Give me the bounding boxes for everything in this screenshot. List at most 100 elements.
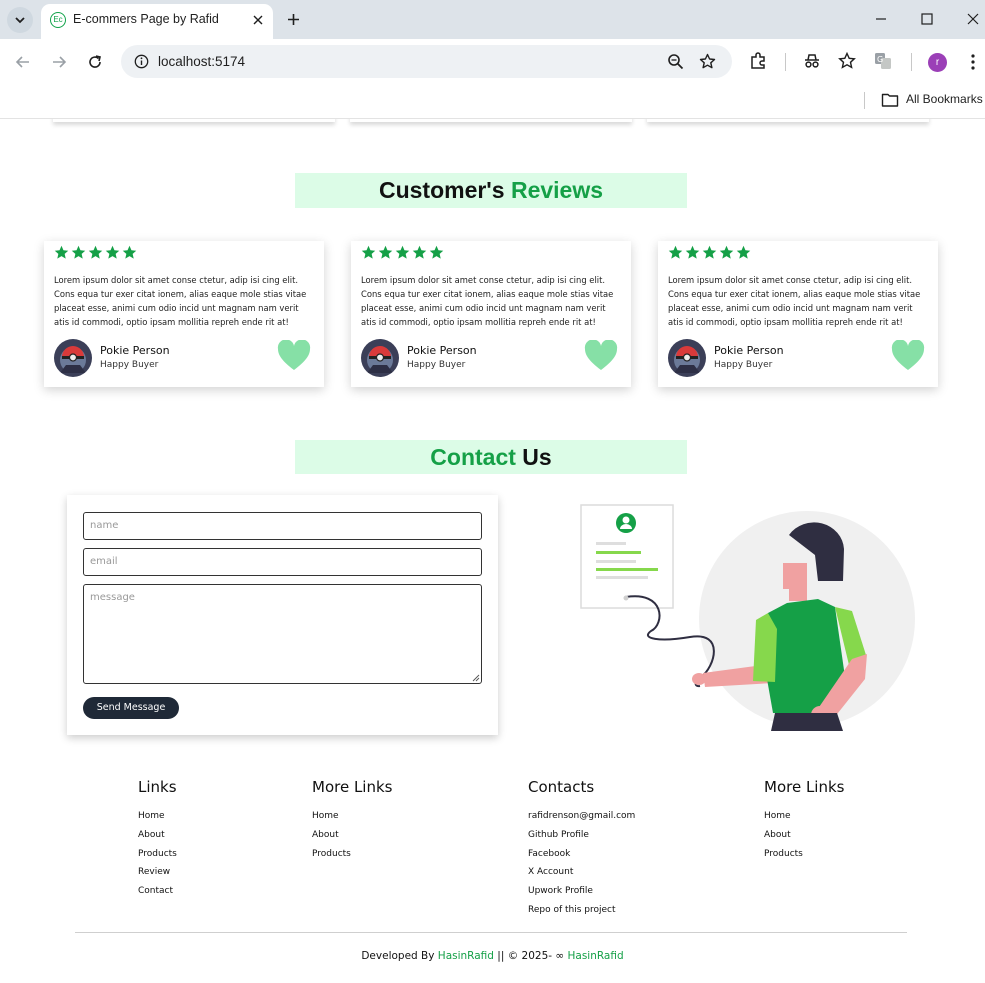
folder-icon[interactable] (881, 92, 899, 108)
minimize-button[interactable] (871, 9, 891, 29)
zoom-icon[interactable] (667, 53, 684, 70)
review-card: Lorem ipsum dolor sit amet conse ctetur,… (351, 241, 631, 387)
name-input[interactable]: name (83, 512, 482, 540)
favorites-icon[interactable] (838, 52, 856, 70)
product-card-edge (350, 119, 632, 122)
tab-title: E-commers Page by Rafid (73, 12, 219, 26)
footer-heading: Links (138, 778, 177, 796)
avatar-image (361, 339, 399, 377)
forward-button[interactable] (48, 51, 70, 73)
info-icon[interactable] (134, 54, 149, 69)
avatar-image (668, 339, 706, 377)
star-icon (685, 245, 700, 259)
maximize-icon (921, 13, 933, 25)
product-card-edge (647, 119, 929, 122)
browser-tabstrip: Ec E-commers Page by Rafid (0, 0, 985, 39)
footer-link[interactable]: Home (138, 807, 177, 826)
reload-button[interactable] (84, 51, 106, 73)
footer-link[interactable]: Home (312, 807, 393, 826)
footer-link[interactable]: Products (138, 845, 177, 864)
footer-link[interactable]: About (312, 826, 393, 845)
minimize-icon (876, 18, 886, 20)
reviewer-avatar (54, 339, 92, 377)
email-placeholder: email (90, 556, 118, 567)
more-menu-icon[interactable] (966, 53, 980, 71)
reviewer-role: Happy Buyer (100, 360, 159, 370)
name-placeholder: name (90, 520, 119, 531)
back-button[interactable] (12, 51, 34, 73)
translate-icon[interactable]: G (874, 52, 892, 70)
footer-links-column: Links Home About Products Review Contact (138, 778, 177, 901)
review-text: Lorem ipsum dolor sit amet conse ctetur,… (54, 275, 307, 327)
footer-link[interactable]: Contact (138, 882, 177, 901)
footer-link-list: Home About Products (764, 807, 845, 863)
credit-author-link[interactable]: HasinRafid (438, 950, 494, 962)
contact-illustration (580, 504, 915, 731)
arrow-left-icon (15, 56, 29, 68)
star-icon (122, 245, 137, 259)
email-input[interactable]: email (83, 548, 482, 576)
heart-icon[interactable] (277, 340, 311, 372)
footer-link[interactable]: rafidrenson@gmail.com (528, 807, 635, 826)
reviewer-name: Pokie Person (407, 344, 477, 357)
review-text: Lorem ipsum dolor sit amet conse ctetur,… (668, 275, 921, 327)
credit-copyright: || © 2025- ∞ (497, 950, 565, 962)
footer-link[interactable]: Home (764, 807, 845, 826)
extensions-icon[interactable] (749, 52, 767, 70)
footer-link[interactable]: About (764, 826, 845, 845)
footer-link-list: Home About Products Review Contact (138, 807, 177, 901)
incognito-icon[interactable] (803, 53, 821, 69)
message-textarea[interactable]: message (83, 584, 482, 684)
heart-icon[interactable] (584, 340, 618, 372)
footer-link-list: Home About Products (312, 807, 393, 863)
footer-link[interactable]: Review (138, 863, 177, 882)
maximize-button[interactable] (917, 9, 937, 29)
address-bar[interactable]: localhost:5174 (121, 45, 732, 78)
all-bookmarks-button[interactable]: All Bookmarks (906, 92, 983, 106)
message-placeholder: message (90, 592, 135, 603)
page-content: Customer's Reviews Lorem ipsum dolor sit… (0, 119, 985, 983)
product-card-edge (53, 119, 335, 122)
footer-heading: Contacts (528, 778, 595, 796)
close-icon (967, 13, 979, 25)
footer-more-links-column: More Links Home About Products (764, 778, 845, 863)
star-icon (702, 245, 717, 259)
star-icon (71, 245, 86, 259)
review-card: Lorem ipsum dolor sit amet conse ctetur,… (658, 241, 938, 387)
footer-link[interactable]: Products (764, 845, 845, 864)
reviews-section-title: Customer's Reviews (295, 173, 687, 208)
footer-link[interactable]: About (138, 826, 177, 845)
tab-close-button[interactable] (249, 11, 267, 29)
window-close-button[interactable] (963, 9, 983, 29)
reviews-title-part2: Reviews (510, 177, 604, 203)
footer-link[interactable]: X Account (528, 863, 635, 882)
toolbar-divider (911, 53, 912, 71)
plus-icon (287, 13, 299, 25)
footer-link[interactable]: Repo of this project (528, 901, 635, 920)
footer-more-links-column: More Links Home About Products (312, 778, 393, 863)
url-text[interactable]: localhost:5174 (158, 54, 245, 69)
browser-tab[interactable]: Ec E-commers Page by Rafid (41, 4, 273, 39)
heart-icon[interactable] (891, 340, 925, 372)
resize-handle-icon[interactable] (472, 674, 480, 682)
star-icon (668, 245, 683, 259)
footer-link[interactable]: Github Profile (528, 826, 635, 845)
star-icon (429, 245, 444, 259)
profile-avatar[interactable]: r (928, 53, 947, 72)
footer-link[interactable]: Upwork Profile (528, 882, 635, 901)
star-icon (719, 245, 734, 259)
star-icon (395, 245, 410, 259)
footer-link[interactable]: Products (312, 845, 393, 864)
star-icon (105, 245, 120, 259)
footer-credit: Developed By HasinRafid || © 2025- ∞ Has… (0, 950, 985, 962)
send-message-button[interactable]: Send Message (83, 697, 179, 719)
reviewer-avatar (668, 339, 706, 377)
star-icon (54, 245, 69, 259)
close-icon (253, 15, 263, 25)
tab-search-button[interactable] (7, 7, 33, 33)
new-tab-button[interactable] (283, 9, 303, 29)
credit-author-link[interactable]: HasinRafid (568, 950, 624, 962)
footer-link[interactable]: Facebook (528, 845, 635, 864)
reload-icon (89, 55, 101, 68)
star-bookmark-icon[interactable] (699, 53, 716, 70)
